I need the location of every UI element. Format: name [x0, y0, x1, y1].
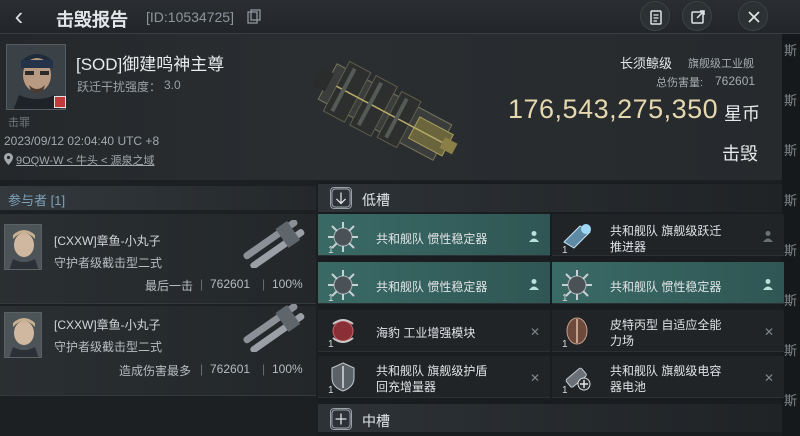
clipboard-icon [650, 10, 662, 25]
low-slot-icon [330, 187, 352, 209]
report-id: [ID:10534725] [146, 9, 234, 25]
pilot-name[interactable]: [SOD]御建鸣神主尊 [76, 50, 224, 75]
participant-role: 造成伤害最多 [119, 364, 192, 378]
participant-ship: 守护者级截击型二式 [54, 340, 163, 354]
module-qty: 1 [562, 245, 568, 256]
weapon-image [243, 220, 305, 268]
total-damage-label: 总伤害量: [656, 77, 704, 89]
close-icon [748, 11, 760, 23]
location-pin-icon [4, 153, 13, 165]
corp-tag: 击罪 [8, 117, 30, 129]
kill-location[interactable]: 9OQW-W < 牛头 < 源泉之域 [16, 152, 155, 168]
module-qty: 1 [328, 339, 334, 350]
participant-name[interactable]: [CXXW]章鱼-小丸子 [54, 232, 161, 249]
module-name: 共和舰队 旗舰级护盾 回充增量器 [376, 364, 488, 394]
module-name: 共和舰队 惯性稳定器 [610, 280, 722, 294]
separator: | [200, 362, 204, 376]
close-button[interactable] [738, 1, 768, 31]
edge-text: 斯 [784, 393, 798, 408]
mid-slot-icon [330, 408, 352, 430]
copy-icon[interactable] [247, 9, 261, 24]
jump-strength-value: 3.0 [164, 78, 181, 92]
participant-ship: 守护者级截击型二式 [54, 256, 163, 270]
participant-damage: 762601 [210, 277, 251, 291]
module-name: 共和舰队 惯性稳定器 [376, 280, 488, 294]
participants-title: 参与者 [1] [8, 193, 66, 208]
jump-strength-label: 跃迁干扰强度： [77, 80, 162, 94]
participant-name[interactable]: [CXXW]章鱼-小丸子 [54, 316, 161, 333]
edge-text: 斯 [784, 93, 798, 108]
separator: | [200, 277, 204, 291]
weapon-image [243, 304, 305, 352]
ship-image [312, 60, 458, 161]
kill-timestamp: 2023/09/12 02:04:40 UTC +8 [4, 134, 160, 148]
ship-name: 长须鲸级 [620, 56, 673, 71]
isk-unit: 星币 [724, 104, 760, 124]
low-slot-title: 低槽 [362, 192, 390, 208]
participant-percent: 100% [272, 362, 303, 376]
offline-icon: ✕ [764, 325, 775, 339]
back-icon[interactable]: ‹ [4, 3, 34, 31]
mid-slot-title: 中槽 [362, 413, 390, 429]
edge-text: 斯 [784, 243, 798, 258]
person-icon [529, 279, 539, 290]
share-button[interactable] [682, 1, 712, 31]
participant-role: 最后一击 [145, 279, 194, 293]
module-qty: 1 [562, 293, 568, 304]
kill-result: 击毁 [722, 144, 758, 164]
edge-text: 斯 [784, 343, 798, 358]
share-icon [691, 10, 705, 24]
module-name: 共和舰队 旗舰级跃迁 推进器 [610, 224, 722, 254]
separator: | [262, 362, 266, 376]
participant-damage: 762601 [210, 362, 251, 376]
person-icon [763, 231, 773, 242]
module-qty: 1 [328, 293, 334, 304]
module-qty: 1 [328, 385, 334, 396]
module-qty: 1 [562, 385, 568, 396]
participant-avatar[interactable] [4, 312, 42, 358]
edge-text: 斯 [784, 143, 798, 158]
separator: | [262, 277, 266, 291]
module-name: 皮特丙型 自适应全能 力场 [610, 318, 722, 348]
module-qty: 1 [562, 339, 568, 350]
page-title: 击毁报告 [56, 10, 128, 30]
person-icon [763, 279, 773, 290]
module-qty: 1 [328, 245, 334, 256]
edge-text: 斯 [784, 43, 798, 58]
module-name: 共和舰队 旗舰级电容 器电池 [610, 364, 722, 394]
ship-class: 旗舰级工业舰 [688, 58, 754, 70]
module-name: 共和舰队 惯性稳定器 [376, 232, 488, 246]
status-badge [54, 96, 66, 108]
offline-icon: ✕ [764, 371, 775, 385]
participant-avatar[interactable] [4, 224, 42, 270]
participant-percent: 100% [272, 277, 303, 291]
isk-value: 176,543,275,350 [508, 94, 719, 124]
clipboard-button[interactable] [640, 1, 670, 31]
edge-text: 斯 [784, 193, 798, 208]
module-name: 海豹 工业增强模块 [376, 326, 476, 340]
person-icon [529, 231, 539, 242]
total-damage-value: 762601 [715, 74, 756, 88]
edge-text: 斯 [784, 293, 798, 308]
